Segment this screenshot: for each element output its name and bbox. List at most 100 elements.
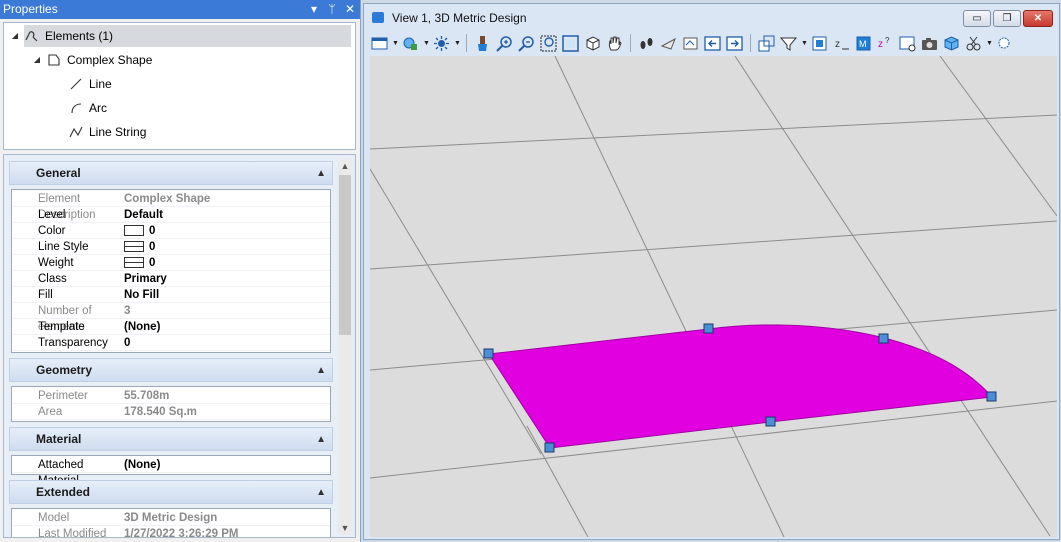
- prop-row-model: Model 3D Metric Design: [12, 510, 330, 526]
- section-geometry: Geometry ▲ Perimeter 55.708m Area 178.540 …: [9, 358, 333, 422]
- scroll-down-icon[interactable]: ▼: [338, 521, 352, 535]
- copy-view-icon[interactable]: [681, 34, 700, 53]
- camera-icon[interactable]: M: [854, 34, 873, 53]
- prop-value: 3: [124, 304, 131, 317]
- fence-clip-icon[interactable]: [942, 34, 961, 53]
- prop-value-text: 0: [149, 256, 156, 269]
- prop-row-class[interactable]: Class Primary: [12, 271, 330, 287]
- chevron-down-icon[interactable]: ▼: [454, 40, 461, 47]
- dropdown-icon[interactable]: ▾: [308, 0, 320, 19]
- prop-row-level[interactable]: Level Default: [12, 207, 330, 223]
- update-view-icon[interactable]: [473, 34, 492, 53]
- vertex-handle[interactable]: [878, 333, 889, 344]
- restore-button[interactable]: ❐: [993, 10, 1021, 27]
- prop-row-color[interactable]: Color 0: [12, 223, 330, 239]
- vertex-handle[interactable]: [765, 416, 776, 427]
- change-view-perspective-icon[interactable]: [810, 34, 829, 53]
- prop-value: 178.540 Sq.m: [124, 405, 197, 418]
- close-button[interactable]: ✕: [1023, 10, 1053, 27]
- elements-icon: [25, 31, 38, 42]
- pin-icon[interactable]: ᛘ: [326, 0, 338, 19]
- pan-view-icon[interactable]: [605, 34, 624, 53]
- properties-panel: Properties ▾ ᛘ ✕ ◢ Elements (1) ◢ Comple…: [0, 0, 361, 542]
- section-general: General ▲ Element Description Complex Sha…: [9, 161, 333, 353]
- lights-icon[interactable]: [432, 34, 451, 53]
- clip-volume-icon[interactable]: [757, 34, 776, 53]
- scroll-up-icon[interactable]: ▲: [338, 159, 352, 173]
- prop-value[interactable]: Default: [122, 207, 163, 222]
- prop-label: Line Style: [38, 241, 89, 253]
- prop-value[interactable]: 0: [122, 239, 155, 254]
- tree-item-line-string[interactable]: Line String: [68, 121, 146, 143]
- prop-row-perimeter: Perimeter 55.708m: [12, 388, 330, 404]
- vertex-handle[interactable]: [483, 348, 494, 359]
- prop-row-attached-material[interactable]: Attached Material (None): [12, 457, 330, 487]
- snapshot-icon[interactable]: [920, 34, 939, 53]
- prop-row-line-style[interactable]: Line Style 0: [12, 239, 330, 255]
- section-header-geometry[interactable]: Geometry ▲: [9, 358, 333, 382]
- toggle-clip-icon[interactable]: z: [832, 34, 851, 53]
- drawing-canvas[interactable]: [370, 56, 1057, 537]
- more-icon[interactable]: [995, 34, 1014, 53]
- window-area-icon[interactable]: [539, 34, 558, 53]
- view-previous-icon[interactable]: [703, 34, 722, 53]
- clip-mask-icon[interactable]: [779, 34, 798, 53]
- element-selection-icon[interactable]: [964, 34, 983, 53]
- expander-icon[interactable]: ◢: [10, 25, 20, 47]
- tree-item-complex-shape[interactable]: ◢ Complex Shape: [34, 49, 152, 71]
- prop-row-fill[interactable]: Fill No Fill: [12, 287, 330, 303]
- save-view-icon[interactable]: [898, 34, 917, 53]
- fly-icon[interactable]: [659, 34, 678, 53]
- chevron-down-icon[interactable]: ▼: [986, 40, 993, 47]
- view-cube-icon[interactable]: z?: [876, 34, 895, 53]
- chevron-down-icon[interactable]: ▼: [423, 40, 430, 47]
- prop-value[interactable]: 0: [122, 335, 130, 350]
- tree-item-line[interactable]: Line: [68, 73, 112, 95]
- prop-label: Transparency: [38, 337, 108, 349]
- prop-row-template[interactable]: Template (None): [12, 319, 330, 335]
- complex-shape[interactable]: [488, 324, 994, 449]
- section-title: Geometry: [36, 363, 93, 377]
- prop-value-text: 0: [149, 224, 156, 237]
- collapse-icon[interactable]: ▲: [316, 482, 326, 504]
- prop-row-weight[interactable]: Weight 0: [12, 255, 330, 271]
- grid-line: [554, 56, 785, 537]
- prop-label: Model: [38, 512, 70, 524]
- collapse-icon[interactable]: ▲: [316, 360, 326, 382]
- prop-value[interactable]: 0: [122, 255, 155, 270]
- section-header-extended[interactable]: Extended ▲: [9, 480, 333, 504]
- vertex-handle[interactable]: [703, 323, 714, 334]
- collapse-icon[interactable]: ▲: [316, 429, 326, 451]
- prop-value: Complex Shape: [124, 192, 211, 205]
- scroll-thumb[interactable]: [339, 175, 351, 335]
- fit-view-icon[interactable]: [561, 34, 580, 53]
- rotate-view-icon[interactable]: [583, 34, 602, 53]
- view-attributes-icon[interactable]: [370, 34, 389, 53]
- prop-value[interactable]: 0: [122, 223, 155, 238]
- zoom-out-icon[interactable]: [517, 34, 536, 53]
- section-header-material[interactable]: Material ▲: [9, 427, 333, 451]
- tree-item-elements[interactable]: ◢ Elements (1): [12, 25, 351, 47]
- prop-row-transparency[interactable]: Transparency 0: [12, 335, 330, 351]
- chevron-down-icon[interactable]: ▼: [801, 40, 808, 47]
- expander-icon[interactable]: ◢: [32, 49, 42, 71]
- section-header-general[interactable]: General ▲: [9, 161, 333, 185]
- prop-value[interactable]: No Fill: [122, 287, 159, 302]
- display-style-icon[interactable]: [401, 34, 420, 53]
- prop-value[interactable]: (None): [122, 319, 160, 334]
- property-scrollbar[interactable]: ▲ ▼: [338, 159, 352, 535]
- tree-item-arc[interactable]: Arc: [68, 97, 107, 119]
- collapse-icon[interactable]: ▲: [316, 163, 326, 185]
- view-canvas[interactable]: [370, 56, 1057, 537]
- minimize-button[interactable]: ▭: [963, 10, 991, 27]
- prop-value[interactable]: Primary: [122, 271, 167, 286]
- chevron-down-icon[interactable]: ▼: [392, 40, 399, 47]
- walk-icon[interactable]: [637, 34, 656, 53]
- vertex-handle[interactable]: [544, 442, 555, 453]
- prop-value[interactable]: (None): [122, 457, 160, 472]
- vertex-handle[interactable]: [986, 391, 997, 402]
- close-icon[interactable]: ✕: [344, 0, 356, 19]
- view-next-icon[interactable]: [725, 34, 744, 53]
- zoom-in-icon[interactable]: [495, 34, 514, 53]
- prop-value: 55.708m: [124, 389, 170, 402]
